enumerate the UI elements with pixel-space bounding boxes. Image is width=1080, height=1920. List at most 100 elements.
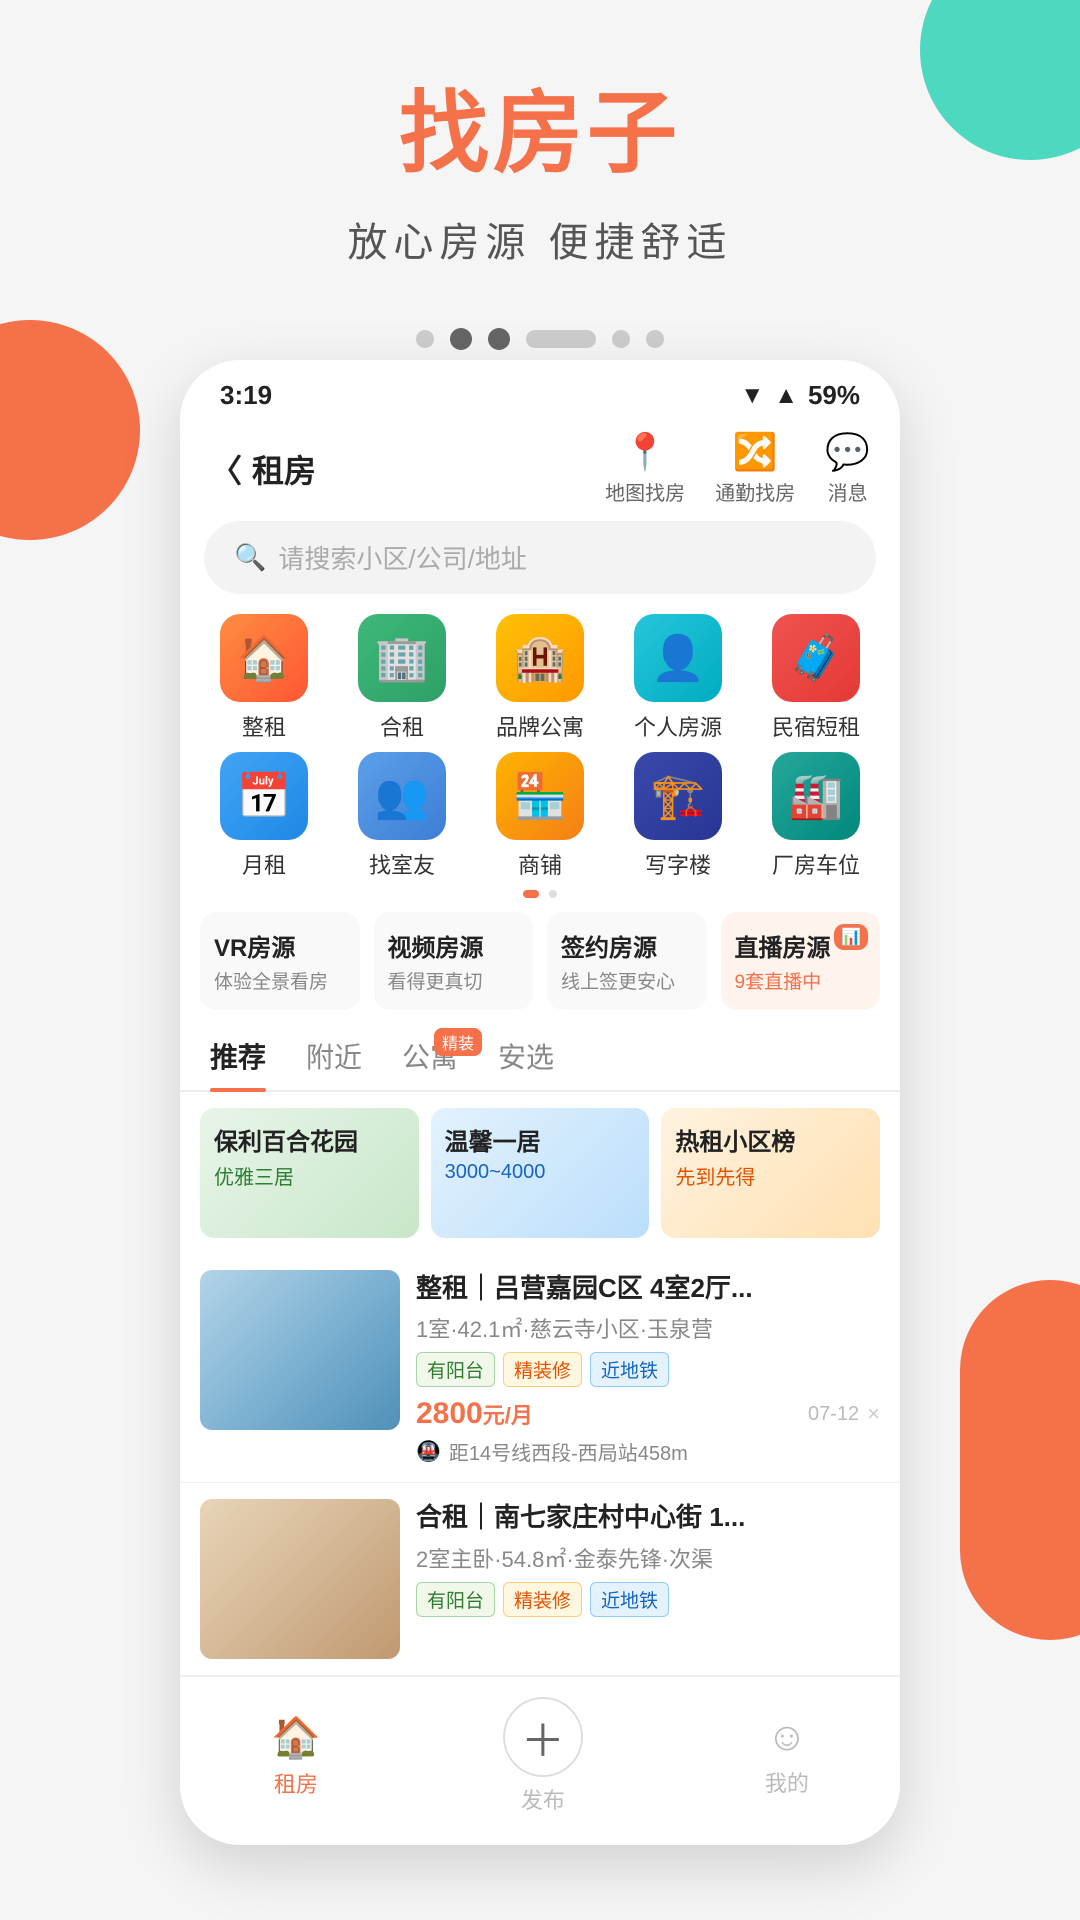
brand-label: 品牌公寓 [496,710,584,742]
dot-2[interactable] [450,328,472,350]
feature-cards-row: VR房源 体验全景看房 视频房源 看得更真切 签约房源 线上签更安心 📊 直播房… [180,912,900,1026]
category-shop[interactable]: 🏪 商铺 [476,752,604,880]
search-icon: 🔍 [234,542,266,573]
feature-vr[interactable]: VR房源 体验全景看房 [200,912,360,1010]
promo-hot-title: 热租小区榜 [661,1108,880,1161]
dot-5[interactable] [646,330,664,348]
category-personal[interactable]: 👤 个人房源 [614,614,742,742]
search-bar[interactable]: 🔍 请搜索小区/公司/地址 [204,521,876,594]
promo-baoli-title: 保利百合花园 [200,1108,419,1161]
promo-baoli[interactable]: 保利百合花园 优雅三居 [200,1108,419,1238]
message-label: 消息 [828,477,868,506]
nav-message-btn[interactable]: 💬 消息 [825,431,870,506]
back-icon[interactable]: 〈 [210,446,242,492]
feature-video-desc: 看得更真切 [388,967,520,994]
category-grid: 🏠 整租 🏢 合租 🏨 品牌公寓 👤 个人房源 🧳 民宿短租 📅 月租 [180,614,900,880]
listing-card-1[interactable]: 整租｜吕营嘉园C区 4室2厅... 1室·42.1㎡·慈云寺小区·玉泉营 有阳台… [180,1254,900,1483]
tab-recommended[interactable]: 推荐 [210,1036,266,1090]
time-display: 3:19 [220,380,272,411]
listing-tags-1: 有阳台 精装修 近地铁 [416,1352,880,1387]
tab-nearby[interactable]: 附近 [306,1036,362,1090]
roommate-icon: 👥 [358,752,446,840]
nav-rent[interactable]: 🏠 租房 [271,1714,321,1799]
feature-live-count: 9套直播中 [735,967,867,994]
feature-video[interactable]: 视频房源 看得更真切 [374,912,534,1010]
tab-apartment[interactable]: 公寓 精装 [402,1036,458,1090]
live-badge: 📊 [834,924,868,950]
feature-sign[interactable]: 签约房源 线上签更安心 [547,912,707,1010]
nav-back-area[interactable]: 〈 租房 [210,446,316,492]
mine-nav-label: 我的 [765,1766,809,1798]
nav-commute-btn[interactable]: 🔀 通勤找房 [715,431,795,506]
category-monthly[interactable]: 📅 月租 [200,752,328,880]
tab-select[interactable]: 安选 [498,1036,554,1090]
category-factory[interactable]: 🏭 厂房车位 [752,752,880,880]
zhenzu-icon: 🏠 [220,614,308,702]
dot-4[interactable] [612,330,630,348]
promo-wenxin-sub: 3000~4000 [431,1161,650,1184]
metro-icon-1: 🚇 [416,1439,441,1464]
feature-live[interactable]: 📊 直播房源 9套直播中 [721,912,881,1010]
nav-right-icons: 📍 地图找房 🔀 通勤找房 💬 消息 [605,431,870,506]
dot-3[interactable] [488,328,510,350]
tag-metro-2: 近地铁 [590,1582,669,1617]
promo-wenxin[interactable]: 温馨一居 3000~4000 [431,1108,650,1238]
tag-balcony-2: 有阳台 [416,1582,495,1617]
close-btn-1[interactable]: × [867,1401,880,1427]
hezu-icon: 🏢 [358,614,446,702]
tag-metro-1: 近地铁 [590,1352,669,1387]
nav-publish[interactable]: ＋ 发布 [503,1697,583,1815]
personal-label: 个人房源 [634,710,722,742]
commute-icon: 🔀 [733,431,778,473]
tab-recommended-label: 推荐 [210,1042,266,1073]
category-brand[interactable]: 🏨 品牌公寓 [476,614,604,742]
listing-title-1: 整租｜吕营嘉园C区 4室2厅... [416,1270,880,1306]
brand-icon: 🏨 [496,614,584,702]
phone-screen: 3:19 ▼ ▲ 59% 〈 租房 📍 地图找房 🔀 通勤找房 [180,360,900,1845]
dot-pill[interactable] [526,330,596,348]
wifi-icon: ▼ [740,382,764,410]
grid-indicator [180,890,900,898]
publish-nav-label: 发布 [521,1783,565,1815]
dot-1[interactable] [416,330,434,348]
shop-label: 商铺 [518,848,562,880]
map-icon: 📍 [623,431,668,473]
tag-decor-2: 精装修 [503,1582,582,1617]
category-office[interactable]: 🏗️ 写字楼 [614,752,742,880]
publish-btn[interactable]: ＋ [503,1697,583,1777]
feature-sign-desc: 线上签更安心 [561,967,693,994]
category-roommate[interactable]: 👥 找室友 [338,752,466,880]
promo-baoli-sub: 优雅三居 [200,1161,419,1190]
promo-hot[interactable]: 热租小区榜 先到先得 [661,1108,880,1238]
tab-nearby-label: 附近 [306,1042,362,1073]
tab-select-label: 安选 [498,1042,554,1073]
hero-subtitle: 放心房源 便捷舒适 [0,210,1080,268]
status-right: ▼ ▲ 59% [740,380,860,411]
bottom-nav: 🏠 租房 ＋ 发布 ☺ 我的 [180,1676,900,1825]
status-bar: 3:19 ▼ ▲ 59% [180,360,900,421]
office-label: 写字楼 [645,848,711,880]
nav-mine[interactable]: ☺ 我的 [765,1715,809,1798]
monthly-icon: 📅 [220,752,308,840]
hezu-label: 合租 [380,710,424,742]
category-minsu[interactable]: 🧳 民宿短租 [752,614,880,742]
category-zhenzu[interactable]: 🏠 整租 [200,614,328,742]
nav-map-btn[interactable]: 📍 地图找房 [605,431,685,506]
date-text-1: 07-12 [808,1403,859,1426]
battery-display: 59% [808,380,860,411]
nav-title: 租房 [252,446,316,492]
feature-vr-title: VR房源 [214,928,346,963]
promo-cards-row: 保利百合花园 优雅三居 温馨一居 3000~4000 热租小区榜 先到先得 [180,1108,900,1254]
listing-info-2: 合租｜南七家庄村中心街 1... 2室主卧·54.8㎡·金泰先锋·次渠 有阳台 … [416,1499,880,1659]
minsu-label: 民宿短租 [772,710,860,742]
category-hezu[interactable]: 🏢 合租 [338,614,466,742]
factory-label: 厂房车位 [772,848,860,880]
rent-nav-label: 租房 [274,1767,318,1799]
mine-nav-icon: ☺ [767,1715,808,1760]
listing-card-2[interactable]: 合租｜南七家庄村中心街 1... 2室主卧·54.8㎡·金泰先锋·次渠 有阳台 … [180,1483,900,1676]
listing-tags-2: 有阳台 精装修 近地铁 [416,1582,880,1617]
rent-nav-icon: 🏠 [271,1714,321,1761]
grid-dot-2 [549,890,557,898]
thumb-img-2 [200,1499,400,1659]
metro-text-1: 距14号线西段-西局站458m [449,1437,688,1466]
